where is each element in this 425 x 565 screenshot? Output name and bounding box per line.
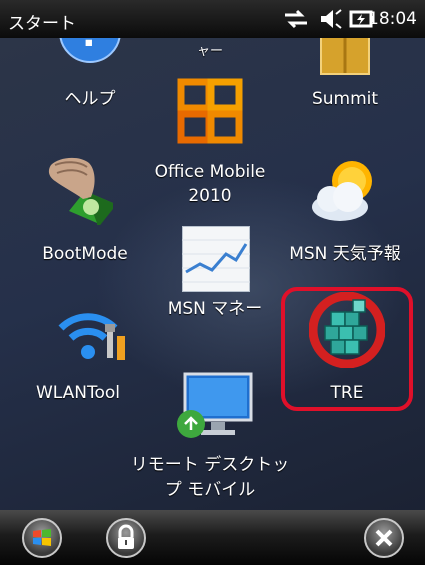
svg-text:?: ? <box>80 38 101 55</box>
stock-chart-icon <box>182 226 250 292</box>
tile-summit-label: Summit <box>311 89 379 109</box>
sync-arrows-icon <box>283 8 309 35</box>
device-screen: スタート 18:04 ? ヘルプ ャー Summit Office Mobile… <box>0 0 425 565</box>
office-logo-icon <box>177 78 243 144</box>
tile-office-label-line2: 2010 <box>188 186 232 206</box>
hand-press-button-icon <box>48 157 113 225</box>
wifi-tool-icon <box>58 313 125 360</box>
close-icon <box>375 529 393 547</box>
tile-msn-money-label: MSN マネー <box>167 299 263 319</box>
clock-time[interactable]: 18:04 <box>368 9 417 29</box>
help-icon: ? <box>59 38 121 63</box>
lock-icon <box>118 524 134 549</box>
windows-start-button[interactable] <box>22 518 62 558</box>
close-button[interactable] <box>364 518 404 558</box>
status-bar: スタート 18:04 <box>0 0 425 38</box>
tile-partial-label: ャー <box>196 44 223 59</box>
tile-wlantool-label: WLANTool <box>35 383 121 403</box>
start-screen-grid: ? ヘルプ ャー Summit Office Mobile 2010 BootM… <box>0 38 425 510</box>
tile-help-label: ヘルプ <box>64 89 116 109</box>
tile-msn-weather-label: MSN 天気予報 <box>289 244 401 264</box>
lock-button[interactable] <box>106 518 146 558</box>
tile-office-label-line1: Office Mobile <box>154 162 266 182</box>
folder-icon <box>320 38 370 75</box>
soft-key-bar <box>0 510 425 565</box>
tile-bootmode-label: BootMode <box>42 244 128 264</box>
windows-start-icon <box>33 529 51 546</box>
volume-icon[interactable] <box>319 8 343 35</box>
remote-desktop-icon <box>177 372 253 438</box>
start-title[interactable]: スタート <box>8 9 76 34</box>
tile-remote-desktop-label-line2: プ モバイル <box>164 480 256 500</box>
tile-partial[interactable]: ャー <box>160 40 260 63</box>
tile-remote-desktop-label-line1: リモート デスクトッ <box>130 455 290 475</box>
weather-sun-cloud-icon <box>312 161 372 221</box>
tre-highlight-box <box>281 287 413 411</box>
